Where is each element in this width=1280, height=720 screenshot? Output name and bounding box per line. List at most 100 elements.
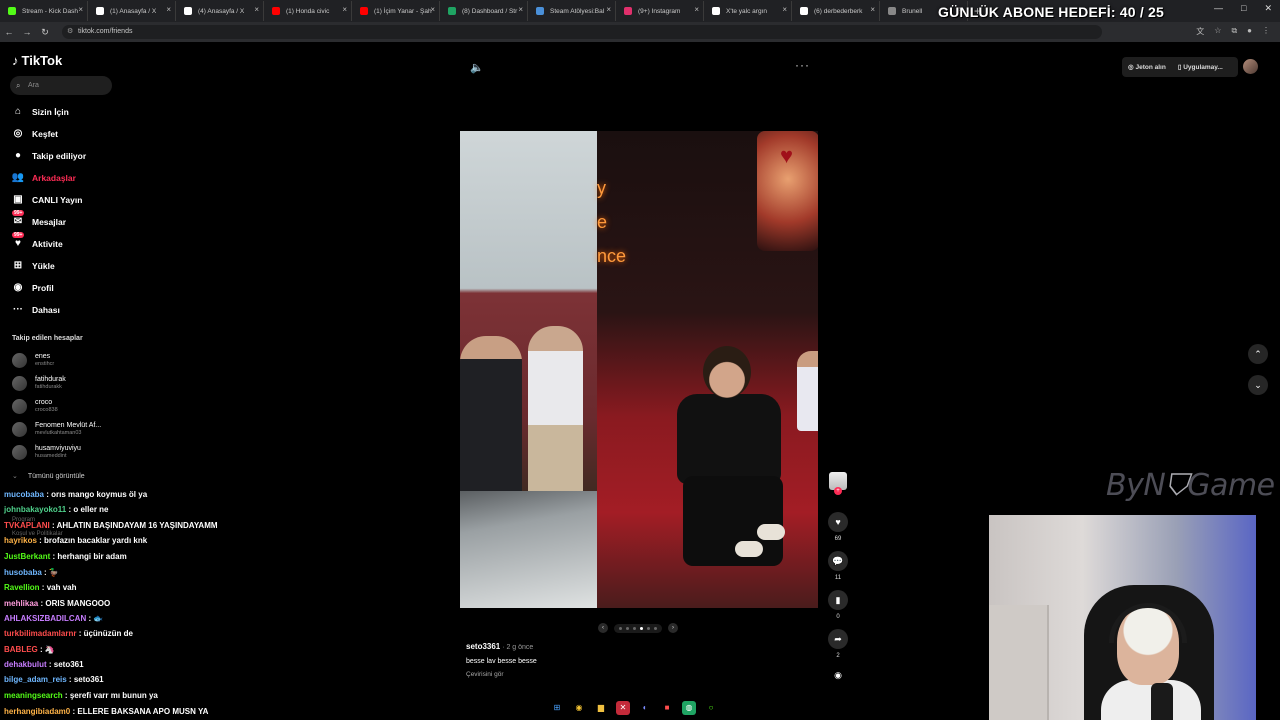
following-account-item[interactable]: croco croco838 (12, 396, 58, 416)
tab-close-icon[interactable]: × (694, 5, 699, 14)
tab-favicon-icon (712, 7, 720, 15)
volume-icon[interactable]: 🔈 (470, 61, 484, 74)
video-author[interactable]: seto3361 · 2 g önce (466, 642, 533, 651)
following-account-item[interactable]: enes enstihcr (12, 350, 54, 370)
sidebar-item-profile[interactable]: ◉ Profil (10, 280, 54, 296)
bookmark-icon[interactable]: ▮ (828, 590, 848, 610)
chat-username: turkbilimadamlarnr (4, 629, 77, 638)
previous-video-button[interactable]: ⌃ (1248, 344, 1268, 364)
like-action[interactable]: ♥ 69 (828, 512, 848, 542)
minimize-button[interactable]: — (1214, 3, 1223, 14)
carousel-dot[interactable] (633, 626, 636, 630)
avatar[interactable] (1243, 59, 1258, 74)
sidebar-item-messages[interactable]: ✉ 99+ Mesajlar (10, 210, 66, 230)
comment-icon[interactable]: 💬 (828, 551, 848, 571)
tab-close-icon[interactable]: × (430, 5, 435, 14)
app-green-icon[interactable]: ○ (704, 701, 718, 715)
tab-close-icon[interactable]: × (78, 5, 83, 14)
tab-close-icon[interactable]: × (518, 5, 523, 14)
carousel-next-button[interactable]: › (668, 623, 678, 633)
get-app-button[interactable]: ▯ Uygulamay... (1178, 63, 1223, 71)
sound-action[interactable]: ◉ (828, 670, 848, 681)
browser-tab[interactable]: (9+) Instagram × (616, 1, 704, 21)
sidebar-item-upload[interactable]: ⊞ Yükle (10, 258, 55, 274)
tab-close-icon[interactable]: × (166, 5, 171, 14)
site-info-icon[interactable]: ⚙ (67, 25, 73, 39)
browser-tab[interactable]: (4) Anasayfa / X × (176, 1, 264, 21)
sound-disc-icon[interactable]: ◉ (828, 670, 848, 681)
author-name[interactable]: seto3361 (466, 642, 500, 651)
search-input[interactable]: ⌕ Ara (10, 76, 112, 95)
url-field[interactable]: ⚙ tiktok.com/friends (62, 25, 1102, 39)
browser-tab[interactable]: (6) derbederberk × (792, 1, 880, 21)
sidebar-item-friends[interactable]: 👥 Arkadaşlar (10, 170, 76, 186)
reload-icon[interactable]: ↻ (36, 27, 54, 38)
person-body (677, 394, 781, 484)
chrome-app-icon[interactable]: ◉ (572, 701, 586, 715)
tab-favicon-icon (888, 7, 896, 15)
bookmark-star-icon[interactable]: ☆ (1214, 26, 1221, 37)
carousel-dot[interactable] (647, 626, 650, 630)
show-all-following-link[interactable]: ⌄ Tümünü görüntüle (12, 472, 85, 480)
carousel-dot-active[interactable] (640, 626, 643, 630)
sidebar-item-compass[interactable]: ◎ Keşfet (10, 126, 58, 142)
carousel-prev-button[interactable]: ‹ (598, 623, 608, 633)
browser-tab[interactable]: (1) Anasayfa / X × (88, 1, 176, 21)
file-explorer-icon[interactable]: ▆ (594, 701, 608, 715)
forward-icon[interactable]: → (18, 27, 36, 37)
chat-text: : herhangi bir adam (50, 552, 127, 561)
profile-menu-icon[interactable]: ● (1247, 26, 1252, 37)
browser-tab[interactable]: (8) Dashboard / Str × (440, 1, 528, 21)
browser-menu-icon[interactable]: ⋮ (1262, 26, 1270, 37)
account-text: croco croco838 (35, 399, 58, 414)
sidebar-item-more[interactable]: ··· Dahası (10, 302, 60, 318)
translate-icon[interactable]: 文 (1196, 26, 1204, 37)
close-window-button[interactable]: ✕ (1264, 3, 1272, 14)
browser-tab[interactable]: (1) İçim Yanar - Şah × (352, 1, 440, 21)
more-options-icon[interactable]: ··· (795, 58, 810, 72)
back-icon[interactable]: ← (0, 27, 18, 37)
avatar (12, 421, 27, 437)
sidebar-item-live[interactable]: ▣ CANLI Yayın (10, 192, 82, 208)
browser-tab[interactable]: Steam Atölyesi:Bal × (528, 1, 616, 21)
sidebar-item-activity[interactable]: ♥ 99+ Aktivite (10, 232, 63, 252)
tab-close-icon[interactable]: × (606, 5, 611, 14)
app-x-icon[interactable]: ✕ (616, 701, 630, 715)
sidebar-item-home[interactable]: ⌂ Sizin İçin (10, 104, 69, 120)
carousel-dot[interactable] (654, 626, 657, 630)
tiktok-logo[interactable]: ♪ TikTok (12, 53, 62, 68)
extensions-icon[interactable]: ⧉ (1231, 26, 1237, 37)
carousel-dot[interactable] (619, 626, 622, 630)
chat-message: herhangibiadam0 : ELLERE BAKSANA APO MUS… (4, 707, 208, 716)
comment-action[interactable]: 💬 11 (828, 551, 848, 581)
app-red-icon[interactable]: ■ (660, 701, 674, 715)
chat-text: : ELLERE BAKSANA APO MUSN YA (70, 707, 209, 716)
get-coins-button[interactable]: ◎ Jeton alın (1128, 63, 1166, 71)
heart-icon[interactable]: ♥ (828, 512, 848, 532)
video-player[interactable]: y e nce ♥ (460, 131, 818, 608)
follow-plus-icon[interactable]: + (834, 487, 842, 495)
creator-avatar[interactable]: + (829, 472, 847, 495)
following-account-item[interactable]: Fenomen Mevlüt Af... mevlutkahtaman03 (12, 419, 101, 439)
save-action[interactable]: ▮ 0 (828, 590, 848, 620)
browser-tab[interactable]: (1) Honda civic × (264, 1, 352, 21)
tab-close-icon[interactable]: × (254, 5, 259, 14)
share-action[interactable]: ➦ 2 (828, 629, 848, 659)
maximize-button[interactable]: □ (1241, 3, 1246, 14)
obs-icon[interactable]: ◍ (682, 701, 696, 715)
share-icon[interactable]: ➦ (828, 629, 848, 649)
following-account-item[interactable]: fatihdurak fatihdurakk (12, 373, 66, 393)
start-menu-icon[interactable]: ⊞ (550, 701, 564, 715)
next-video-button[interactable]: ⌄ (1248, 375, 1268, 395)
see-translation-link[interactable]: Çevirisini gör (466, 671, 504, 678)
discord-icon[interactable]: ◐ (638, 701, 652, 715)
sidebar-item-following[interactable]: ● Takip ediliyor (10, 148, 86, 164)
following-account-item[interactable]: husamviyuviyu husameddint (12, 442, 81, 462)
microphone (1151, 683, 1173, 720)
tab-close-icon[interactable]: × (870, 5, 875, 14)
carousel-dot[interactable] (626, 626, 629, 630)
tab-close-icon[interactable]: × (342, 5, 347, 14)
tab-close-icon[interactable]: × (782, 5, 787, 14)
browser-tab[interactable]: Stream - Kick Dash × (0, 1, 88, 21)
browser-tab[interactable]: X'te yalc argın × (704, 1, 792, 21)
